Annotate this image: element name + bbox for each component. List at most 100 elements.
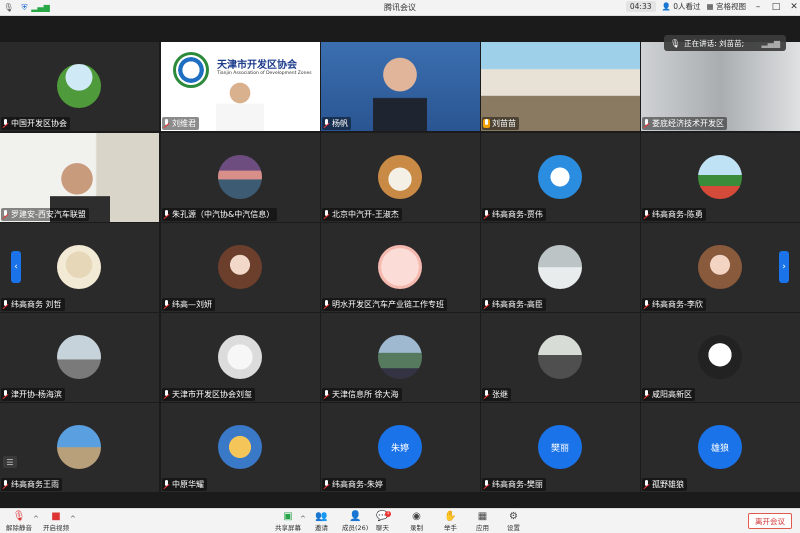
participant-tile[interactable]: 纬高商务-高臣	[481, 223, 640, 312]
minimize-icon[interactable]: –	[752, 2, 764, 12]
view-mode-button[interactable]: ▦ 宫格视图	[707, 1, 746, 12]
list-view-icon[interactable]: ☰	[3, 456, 17, 468]
mic-options-caret-icon[interactable]: ^	[33, 515, 39, 523]
participant-tile[interactable]: 朱婷 纬高商务-朱婷	[321, 403, 480, 492]
view-mode-label: 宫格视图	[716, 2, 746, 11]
participant-tile[interactable]: 张继	[481, 313, 640, 402]
share-screen-button[interactable]: ▣ 共享屏幕	[275, 511, 301, 532]
avatar	[57, 64, 101, 108]
muted-mic-icon	[2, 210, 9, 219]
signal-icon[interactable]: ▂▄▆	[31, 1, 49, 14]
video-grid: 中国开发区协会 天津市开发区协会 Tianjin Association of De…	[0, 42, 800, 492]
record-button[interactable]: ◉ 录制	[410, 511, 423, 532]
participant-name: 津开协-杨海滨	[11, 390, 62, 399]
participant-name: 纬高商务-陈勇	[652, 210, 703, 219]
invite-button[interactable]: 👥 邀请	[315, 511, 328, 532]
participant-tile[interactable]: 天津市开发区协会刘玺	[161, 313, 320, 402]
settings-button[interactable]: ⚙ 设置	[507, 511, 520, 532]
invite-icon: 👥	[315, 511, 328, 522]
unmute-button[interactable]: 🎙 解除静音	[6, 511, 32, 532]
participant-name: 纬高商务-贾伟	[492, 210, 543, 219]
muted-mic-icon	[323, 210, 330, 219]
share-options-caret-icon[interactable]: ^	[300, 515, 306, 523]
participant-name-tag: 中原华耀	[162, 478, 207, 491]
participant-tile[interactable]: 纬高商务-陈勇	[641, 133, 800, 222]
speaking-indicator: 🎙 正在讲话: 刘苗苗; ▂▄▆	[664, 35, 786, 51]
participant-tile[interactable]: 纬高商务-贾伟	[481, 133, 640, 222]
participant-name-tag: 刘苗苗	[482, 117, 519, 130]
muted-mic-icon	[483, 480, 490, 489]
close-icon[interactable]: ✕	[788, 2, 800, 12]
apps-label: 应用	[476, 524, 489, 532]
person-figure	[216, 80, 264, 131]
avatar	[218, 425, 262, 469]
participant-name: 纬高商务-李欣	[652, 300, 703, 309]
participant-tile[interactable]: 娄底经济技术开发区	[641, 42, 800, 131]
participant-name: 咸阳高新区	[652, 390, 692, 399]
person-figure	[373, 50, 427, 131]
video-button[interactable]: ■ 开启视频	[43, 511, 69, 532]
participant-name-tag: 纬高—刘妍	[162, 298, 215, 311]
avatar	[378, 335, 422, 379]
muted-mic-icon	[163, 210, 170, 219]
participant-tile[interactable]: 天津信息所 徐大海	[321, 313, 480, 402]
next-page-arrow-icon[interactable]: ›	[779, 251, 789, 283]
muted-mic-icon	[2, 480, 9, 489]
participant-tile[interactable]: 纬高商务-李欣	[641, 223, 800, 312]
participant-tile[interactable]: 中国开发区协会	[0, 42, 159, 131]
participant-name-tag: 咸阳高新区	[642, 388, 695, 401]
raise-hand-button[interactable]: ✋ 举手	[444, 511, 457, 532]
muted-mic-icon	[643, 390, 650, 399]
shield-icon[interactable]: ⛨	[18, 1, 31, 14]
participant-tile[interactable]: 明水开发区汽车产业链工作专班	[321, 223, 480, 312]
avatar	[698, 245, 742, 289]
participant-tile[interactable]: 中原华耀	[161, 403, 320, 492]
members-button[interactable]: 👤 成员(26)	[342, 511, 368, 532]
avatar: 雄狼	[698, 425, 742, 469]
muted-mic-icon	[2, 300, 9, 309]
video-options-caret-icon[interactable]: ^	[70, 515, 76, 523]
prev-page-arrow-icon[interactable]: ‹	[11, 251, 21, 283]
participant-tile[interactable]: 纬高商务王雨	[0, 403, 159, 492]
apps-button[interactable]: ▦ 应用	[476, 511, 489, 532]
mic-status-icon[interactable]: 🎙	[2, 1, 15, 14]
meeting-window: 🎙 ⛨ ▂▄▆ 腾讯会议 04:33 👤 0人看过 ▦ 宫格视图 – □ ✕ 中…	[0, 0, 800, 533]
share-screen-icon: ▣	[283, 511, 293, 522]
participant-name-tag: 中国开发区协会	[1, 117, 70, 130]
participant-name: 朱孔源（中汽协&中汽信息）	[172, 210, 275, 219]
participant-tile[interactable]: 刘苗苗	[481, 42, 640, 131]
participant-tile[interactable]: 津开协-杨海滨	[0, 313, 159, 402]
participant-name-tag: 纬高商务-樊丽	[482, 478, 546, 491]
participant-tile[interactable]: 北京中汽开-王淑杰	[321, 133, 480, 222]
members-icon: 👤	[348, 511, 362, 522]
gear-icon: ⚙	[509, 511, 518, 522]
viewers-button[interactable]: 👤 0人看过	[662, 1, 701, 12]
participant-tile[interactable]: 杨帆	[321, 42, 480, 131]
participant-tile[interactable]: 天津市开发区协会 Tianjin Association of Developme…	[161, 42, 320, 131]
participant-name-tag: 纬高商务 刘哲	[1, 298, 65, 311]
participant-tile[interactable]: 纬高商务 刘哲	[0, 223, 159, 312]
chat-button[interactable]: 💬 1 聊天	[376, 511, 391, 532]
participant-name-tag: 娄底经济技术开发区	[642, 117, 727, 130]
participant-tile[interactable]: 纬高—刘妍	[161, 223, 320, 312]
participant-tile[interactable]: 樊丽 纬高商务-樊丽	[481, 403, 640, 492]
muted-mic-icon	[323, 480, 330, 489]
maximize-icon[interactable]: □	[770, 2, 782, 12]
participant-name-tag: 纬高商务-朱婷	[322, 478, 386, 491]
participant-name: 天津市开发区协会刘玺	[172, 390, 252, 399]
bottom-toolbar: 🎙 解除静音 ^ ■ 开启视频 ^ ▣ 共享屏幕 ^ 👥 邀请 👤 成员(26)…	[0, 508, 800, 533]
participant-name: 杨帆	[332, 119, 348, 128]
participant-name: 纬高商务王雨	[11, 480, 59, 489]
participant-tile[interactable]: 雄狼 孤野雄狼	[641, 403, 800, 492]
participant-tile[interactable]: 咸阳高新区	[641, 313, 800, 402]
tianjin-banner-title: 天津市开发区协会	[217, 60, 297, 71]
participant-name-tag: 纬高商务-陈勇	[642, 208, 706, 221]
participant-name-tag: 张继	[482, 388, 511, 401]
grid-icon: ▦	[706, 2, 714, 11]
participant-tile[interactable]: 罗建安-西安汽车联盟	[0, 133, 159, 222]
muted-mic-icon	[163, 390, 170, 399]
participant-tile[interactable]: 朱孔源（中汽协&中汽信息）	[161, 133, 320, 222]
participant-name: 刘维君	[172, 119, 196, 128]
leave-meeting-button[interactable]: 离开会议	[748, 513, 792, 529]
participant-name-tag: 北京中汽开-王淑杰	[322, 208, 402, 221]
